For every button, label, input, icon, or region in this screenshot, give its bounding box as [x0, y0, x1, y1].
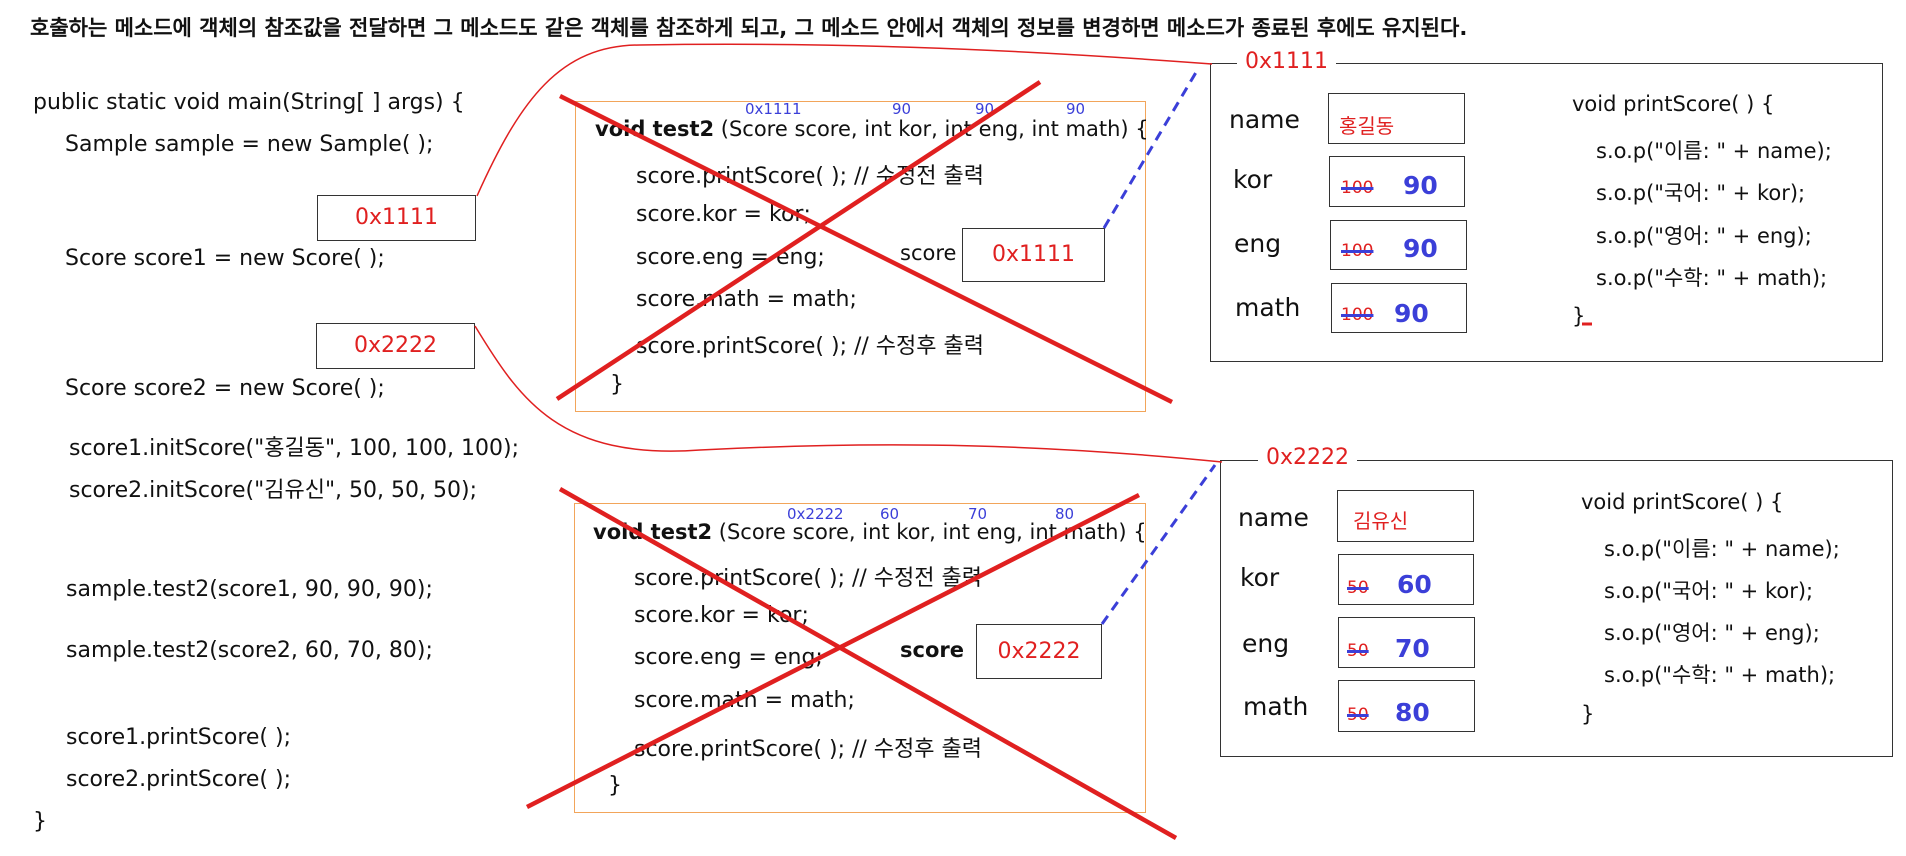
printscore-line: s.o.p("이름: " + name); — [1596, 139, 1832, 163]
test2-body-line: score.math = math; — [634, 688, 855, 713]
field-eng-label: eng — [1242, 629, 1290, 658]
score-param-label: score — [900, 638, 964, 662]
test2-body-line: score.math = math; — [636, 287, 857, 312]
test2-signature-params: (Score score, int kor, int eng, int math… — [714, 117, 1149, 141]
code-line-print1: score1.printScore( ); — [66, 725, 291, 750]
heap-object-1-address: 0x1111 — [1237, 49, 1337, 74]
heap-object-1 — [1210, 63, 1883, 362]
field-math-label: math — [1243, 692, 1309, 721]
score-param-label: score — [900, 241, 957, 265]
code-line-test2-call2: sample.test2(score2, 60, 70, 80); — [66, 638, 433, 663]
test2-body-line: score.printScore( ); // 수정전 출력 — [634, 566, 982, 591]
main-closing-brace: } — [33, 809, 47, 834]
score-param-ref-box-2: 0x2222 — [976, 624, 1102, 679]
field-eng-old-value: 50 — [1347, 641, 1369, 661]
test2-signature-keyword: void test2 — [593, 520, 713, 544]
printscore-line: s.o.p("국어: " + kor); — [1604, 579, 1814, 603]
code-line-init2: score2.initScore("김유신", 50, 50, 50); — [69, 478, 477, 503]
test2-body-line: score.printScore( ); // 수정전 출력 — [636, 164, 984, 189]
field-name-label: name — [1238, 503, 1309, 532]
code-line-init1: score1.initScore("홍길동", 100, 100, 100); — [69, 436, 519, 461]
test2-body-line: score.eng = eng; — [636, 245, 825, 270]
param-value-score: 0x1111 — [745, 100, 802, 118]
field-kor-label: kor — [1233, 165, 1273, 194]
printscore-line: s.o.p("수학: " + math); — [1604, 663, 1836, 687]
field-math-new-value: 90 — [1394, 299, 1429, 328]
printscore-closing-brace: } — [1572, 304, 1586, 328]
printscore-signature: void printScore( ) { — [1572, 92, 1775, 116]
field-name-value: 홍길동 — [1339, 114, 1395, 138]
printscore-closing-brace: } — [1581, 702, 1595, 726]
printscore-line: s.o.p("수학: " + math); — [1596, 266, 1828, 290]
printscore-line: s.o.p("영어: " + eng); — [1596, 224, 1812, 248]
printscore-signature: void printScore( ) { — [1581, 490, 1784, 514]
heap-object-2 — [1220, 460, 1893, 757]
param-value-math: 90 — [1066, 100, 1086, 118]
test2-closing-brace: } — [610, 372, 624, 397]
test2-body-line: score.printScore( ); // 수정후 출력 — [634, 737, 982, 762]
printscore-line: s.o.p("국어: " + kor); — [1596, 181, 1806, 205]
code-line-test2-call1: sample.test2(score1, 90, 90, 90); — [66, 577, 433, 602]
page-title: 호출하는 메소드에 객체의 참조값을 전달하면 그 메소드도 같은 객체를 참조… — [30, 16, 1468, 40]
field-kor-label: kor — [1240, 563, 1280, 592]
code-line-print2: score2.printScore( ); — [66, 767, 291, 792]
test2-body-line: score.eng = eng; — [634, 645, 823, 670]
test2-body-line: score.kor = kor; — [636, 202, 811, 227]
field-eng-old-value: 100 — [1341, 241, 1374, 261]
printscore-line: s.o.p("영어: " + eng); — [1604, 621, 1820, 645]
test2-closing-brace: } — [608, 773, 622, 798]
test2-signature-2: void test2 (Score score, int kor, int en… — [593, 520, 1147, 544]
test2-body-line: score.printScore( ); // 수정후 출력 — [636, 334, 984, 359]
test2-body-line: score.kor = kor; — [634, 603, 809, 628]
field-name-value: 김유신 — [1353, 509, 1409, 533]
param-value-eng: 90 — [975, 100, 995, 118]
test2-signature-1: void test2 (Score score, int kor, int en… — [595, 117, 1149, 141]
printscore-line: s.o.p("이름: " + name); — [1604, 537, 1840, 561]
score2-ref-box: 0x2222 — [316, 323, 475, 369]
field-kor-new-value: 90 — [1403, 171, 1438, 200]
main-signature: public static void main(String[ ] args) … — [33, 90, 465, 115]
param-value-kor: 90 — [892, 100, 912, 118]
code-line-score1: Score score1 = new Score( ); — [65, 246, 385, 271]
field-eng-label: eng — [1234, 229, 1282, 258]
field-eng-new-value: 90 — [1403, 234, 1438, 263]
test2-signature-keyword: void test2 — [595, 117, 715, 141]
score-param-ref-box-1: 0x1111 — [962, 228, 1105, 282]
field-math-label: math — [1235, 293, 1301, 322]
heap-object-2-address: 0x2222 — [1258, 445, 1358, 470]
code-line-score2: Score score2 = new Score( ); — [65, 376, 385, 401]
field-math-old-value: 50 — [1347, 705, 1369, 725]
field-kor-old-value: 50 — [1347, 578, 1369, 598]
score1-ref-box: 0x1111 — [317, 195, 476, 241]
test2-signature-params: (Score score, int kor, int eng, int math… — [712, 520, 1147, 544]
field-name-label: name — [1229, 105, 1300, 134]
code-line-sample: Sample sample = new Sample( ); — [65, 132, 434, 157]
field-kor-old-value: 100 — [1341, 178, 1374, 198]
field-math-old-value: 100 — [1341, 305, 1374, 325]
field-kor-new-value: 60 — [1397, 570, 1432, 599]
field-eng-new-value: 70 — [1395, 634, 1430, 663]
field-math-new-value: 80 — [1395, 698, 1430, 727]
